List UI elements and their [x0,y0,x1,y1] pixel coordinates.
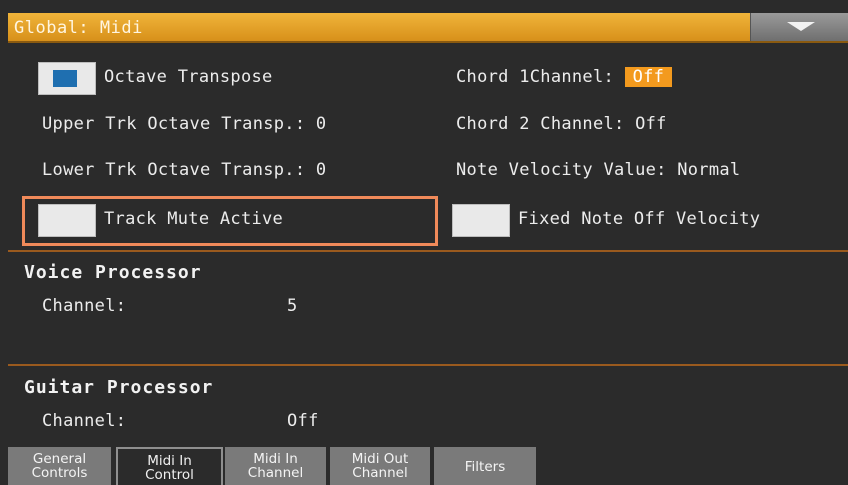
page-menu-button[interactable] [750,13,848,41]
guitar-processor-channel-value[interactable]: Off [287,411,319,431]
tab-label-line2: Control [145,467,194,483]
section-divider [8,364,848,366]
upper-trk-octave-transp[interactable]: Upper Trk Octave Transp.: 0 [42,114,326,134]
tab-label-line2: Channel [247,465,304,481]
tab-midi-in-control[interactable]: Midi In Control [116,447,223,485]
section-divider [8,250,848,252]
tab-bar: General Controls Midi In Control Midi In… [8,447,848,485]
guitar-processor-channel-label: Channel: [42,411,127,431]
tab-label-line1: Filters [464,459,506,475]
chord1-channel[interactable]: Chord 1Channel: Off [456,67,673,87]
octave-transpose-label: Octave Transpose [104,67,273,87]
guitar-processor-title: Guitar Processor [24,377,214,398]
tab-label-line1: Midi In [147,453,192,469]
fixed-note-off-velocity-checkbox[interactable] [452,204,510,237]
checkbox-checked-mark [53,70,77,87]
tab-label-line1: Midi In [253,451,298,467]
highlight-frame [22,196,438,246]
note-velocity-value[interactable]: Note Velocity Value: Normal [456,160,740,180]
voice-processor-title: Voice Processor [24,262,202,283]
fixed-note-off-velocity-label: Fixed Note Off Velocity [518,209,761,229]
lower-trk-octave-transp[interactable]: Lower Trk Octave Transp.: 0 [42,160,326,180]
chord2-channel[interactable]: Chord 2 Channel: Off [456,114,667,134]
tab-midi-out-channel[interactable]: Midi Out Channel [330,447,432,485]
triangle-down-icon [787,22,815,31]
tab-label-line2: Controls [31,465,88,481]
page-title: Global: Midi [14,18,143,38]
chord1-channel-value[interactable]: Off [624,67,673,87]
tab-filters[interactable]: Filters [434,447,538,485]
octave-transpose-checkbox[interactable] [38,62,96,95]
tab-general-controls[interactable]: General Controls [8,447,113,485]
tab-midi-in-channel[interactable]: Midi In Channel [225,447,328,485]
title-bar: Global: Midi [8,13,848,43]
voice-processor-channel-label: Channel: [42,296,127,316]
tab-label-line2: Channel [352,465,408,481]
tab-label-line1: Midi Out [351,451,409,467]
voice-processor-channel-value[interactable]: 5 [287,296,298,316]
chord1-channel-label: Chord 1Channel: [456,67,615,87]
tab-label-line1: General [32,451,87,467]
